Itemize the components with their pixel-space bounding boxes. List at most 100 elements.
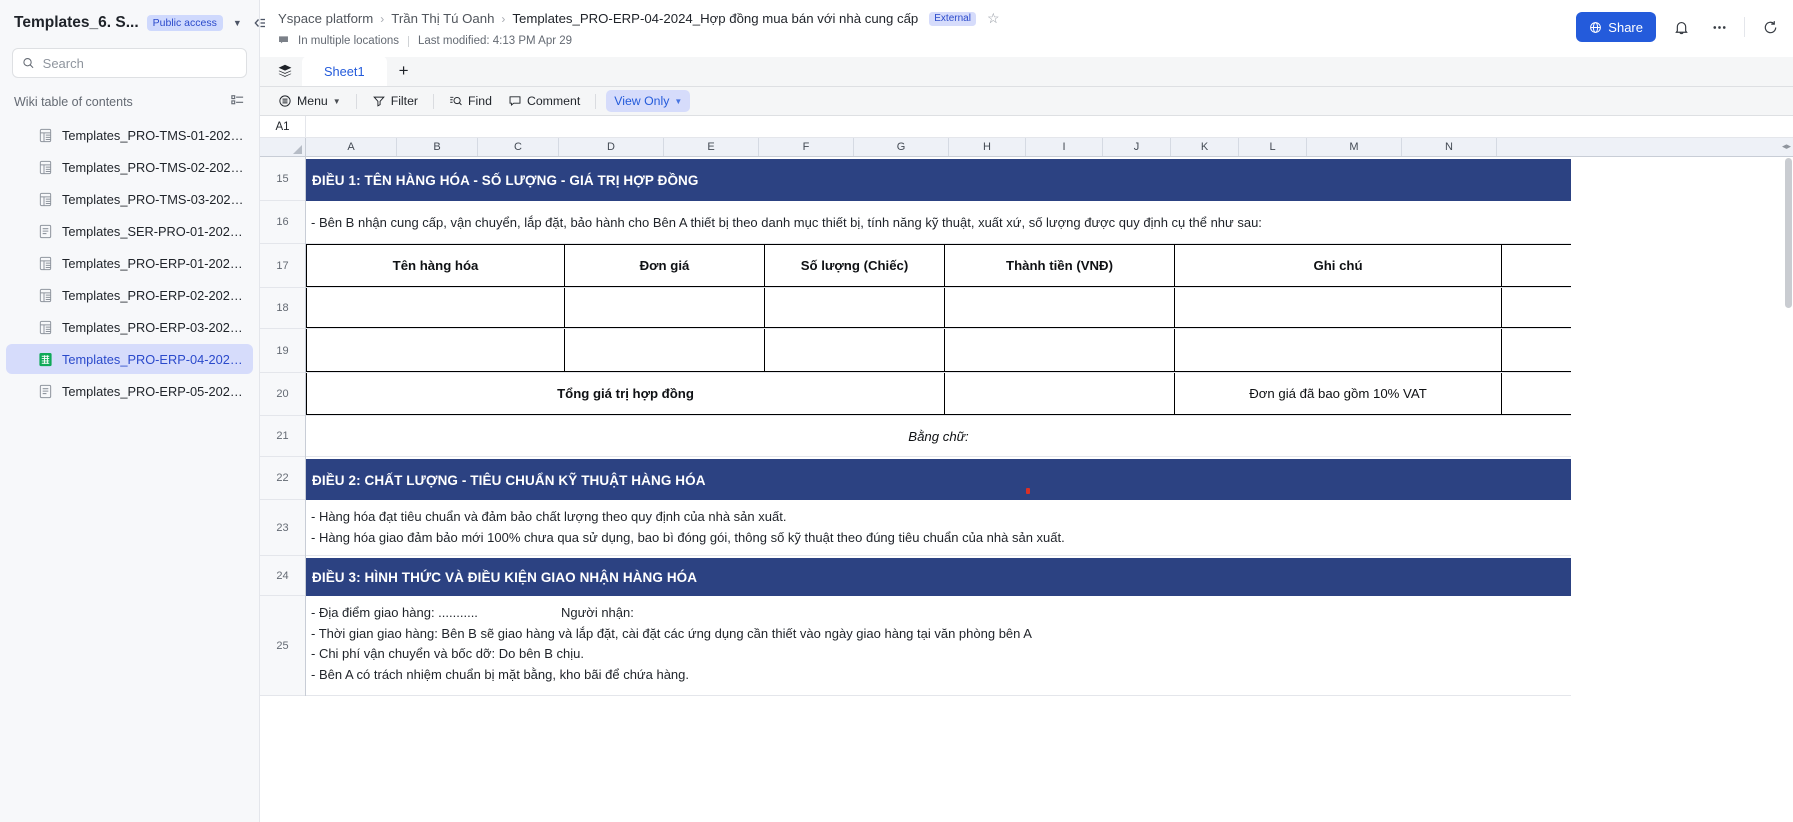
favorite-star-icon[interactable]: ☆ bbox=[987, 10, 1000, 27]
table-cell-1[interactable] bbox=[565, 329, 765, 371]
row-number-24[interactable]: 24 bbox=[260, 556, 305, 596]
sheet-row-21[interactable]: Bằng chữ: bbox=[306, 416, 1571, 457]
sidebar-item-label: Templates_PRO-ERP-02-2024_Bá... bbox=[62, 287, 245, 303]
table-header-cell-4[interactable]: Ghi chú bbox=[1175, 245, 1502, 286]
column-header-N[interactable]: N bbox=[1402, 138, 1497, 156]
row-number-19[interactable]: 19 bbox=[260, 329, 305, 373]
breadcrumb: Yspace platform › Trần Thị Tú Oanh › Tem… bbox=[278, 10, 1576, 27]
vertical-scrollbar[interactable] bbox=[1785, 158, 1792, 308]
section-banner: ĐIỀU 3: HÌNH THỨC VÀ ĐIỀU KIỆN GIAO NHẬN… bbox=[306, 558, 1571, 597]
sidebar-item-4[interactable]: Templates_PRO-ERP-01-2024_Qu... bbox=[6, 248, 253, 278]
column-header-F[interactable]: F bbox=[759, 138, 854, 156]
table-data-row[interactable] bbox=[306, 329, 1571, 372]
sheet-row-19[interactable] bbox=[306, 329, 1571, 373]
sidebar-item-label: Templates_SER-PRO-01-2024_UM... bbox=[62, 223, 245, 239]
column-header-G[interactable]: G bbox=[854, 138, 949, 156]
table-cell-0[interactable] bbox=[306, 329, 565, 371]
share-button[interactable]: Share bbox=[1576, 12, 1656, 42]
table-header-cell-2[interactable]: Số lượng (Chiếc) bbox=[765, 245, 945, 286]
search-input[interactable] bbox=[42, 55, 237, 71]
name-box[interactable]: A1 bbox=[260, 116, 306, 137]
view-only-button[interactable]: View Only ▼ bbox=[606, 90, 691, 112]
table-cell-1[interactable] bbox=[565, 288, 765, 327]
sheet-row-22[interactable]: ĐIỀU 2: CHẤT LƯỢNG - TIÊU CHUẨN KỸ THUẬT… bbox=[306, 457, 1571, 501]
column-header-J[interactable]: J bbox=[1103, 138, 1171, 156]
tab-sheet1[interactable]: Sheet1 bbox=[302, 56, 387, 86]
row-number-22[interactable]: 22 bbox=[260, 457, 305, 500]
table-header-cell-3[interactable]: Thành tiền (VNĐ) bbox=[945, 245, 1175, 286]
toolbar-separator bbox=[433, 93, 435, 109]
row-number-18[interactable]: 18 bbox=[260, 288, 305, 329]
table-total-row[interactable]: Tổng giá trị hợp đồng Đơn giá đã bao gồm … bbox=[306, 373, 1571, 415]
sheet-doc-icon bbox=[38, 192, 53, 207]
menu-button[interactable]: Menu ▼ bbox=[270, 90, 349, 112]
sidebar-item-1[interactable]: Templates_PRO-TMS-02-2024_Qu... bbox=[6, 152, 253, 182]
row-number-23[interactable]: 23 bbox=[260, 500, 305, 556]
notifications-bell-icon[interactable] bbox=[1668, 14, 1694, 40]
sidebar-item-0[interactable]: Templates_PRO-TMS-01-2024_Qu... bbox=[6, 120, 253, 150]
column-header-M[interactable]: M bbox=[1307, 138, 1402, 156]
sidebar-item-3[interactable]: Templates_SER-PRO-01-2024_UM... bbox=[6, 216, 253, 246]
sheet-row-18[interactable] bbox=[306, 288, 1571, 329]
table-cell-3[interactable] bbox=[945, 288, 1175, 327]
column-header-I[interactable]: I bbox=[1026, 138, 1103, 156]
sidebar-item-label: Templates_PRO-ERP-01-2024_Qu... bbox=[62, 255, 245, 271]
table-data-row[interactable] bbox=[306, 288, 1571, 328]
comment-button[interactable]: Comment bbox=[500, 90, 588, 112]
filter-button[interactable]: Filter bbox=[364, 90, 426, 112]
search-box[interactable] bbox=[12, 48, 247, 78]
sheets-list-icon[interactable] bbox=[268, 56, 302, 86]
row-number-16[interactable]: 16 bbox=[260, 201, 305, 244]
table-cell-2[interactable] bbox=[765, 329, 945, 371]
sidebar-item-2[interactable]: Templates_PRO-TMS-03-2024_Qu... bbox=[6, 184, 253, 214]
row-number-15[interactable]: 15 bbox=[260, 157, 305, 201]
column-header-C[interactable]: C bbox=[478, 138, 559, 156]
sheet-row-15[interactable]: ĐIỀU 1: TÊN HÀNG HÓA - SỐ LƯỢNG - GIÁ TR… bbox=[306, 157, 1571, 202]
row-number-17[interactable]: 17 bbox=[260, 244, 305, 288]
more-options-icon[interactable] bbox=[1706, 14, 1732, 40]
sidebar-item-8[interactable]: Templates_PRO-ERP-05-2024_Gi... bbox=[6, 376, 253, 406]
row-number-25[interactable]: 25 bbox=[260, 596, 305, 696]
table-header-cell-0[interactable]: Tên hàng hóa bbox=[306, 245, 565, 286]
collapse-sidebar-icon[interactable] bbox=[252, 15, 268, 31]
sheet-row-17[interactable]: Tên hàng hóa Đơn giá Số lượng (Chiếc) Thành… bbox=[306, 244, 1571, 288]
breadcrumb-item-1[interactable]: Trần Thị Tú Oanh bbox=[391, 11, 494, 26]
select-all-corner[interactable] bbox=[260, 138, 306, 156]
sheet-row-23[interactable]: - Hàng hóa đạt tiêu chuẩn và đảm bảo chấ… bbox=[306, 500, 1571, 556]
table-cell-3[interactable] bbox=[945, 329, 1175, 371]
column-header-E[interactable]: E bbox=[664, 138, 759, 156]
table-header-cell-1[interactable]: Đơn giá bbox=[565, 245, 765, 286]
red-comment-dot[interactable] bbox=[1026, 488, 1030, 494]
formula-input[interactable] bbox=[306, 116, 1793, 137]
sheet-row-25[interactable]: - Địa điểm giao hàng: ........... Người … bbox=[306, 596, 1571, 696]
history-icon[interactable] bbox=[1757, 14, 1783, 40]
breadcrumb-item-0[interactable]: Yspace platform bbox=[278, 11, 373, 26]
column-header-A[interactable]: A bbox=[306, 138, 397, 156]
sheet-row-16[interactable]: - Bên B nhận cung cấp, vận chuyển, lắp đ… bbox=[306, 201, 1571, 244]
chevron-down-icon[interactable]: ▼ bbox=[231, 18, 244, 28]
table-total-cell-2[interactable]: Đơn giá đã bao gồm 10% VAT bbox=[1175, 373, 1502, 414]
sheet-row-24[interactable]: ĐIỀU 3: HÌNH THỨC VÀ ĐIỀU KIỆN GIAO NHẬN… bbox=[306, 556, 1571, 597]
table-cell-0[interactable] bbox=[306, 288, 565, 327]
sidebar-item-label: Templates_PRO-ERP-05-2024_Gi... bbox=[62, 383, 245, 399]
table-total-cell-0[interactable]: Tổng giá trị hợp đồng bbox=[306, 373, 945, 414]
add-sheet-icon[interactable]: + bbox=[387, 56, 421, 86]
sidebar-item-6[interactable]: Templates_PRO-ERP-03-2024_Qu... bbox=[6, 312, 253, 342]
table-cell-4[interactable] bbox=[1175, 329, 1502, 371]
table-cell-2[interactable] bbox=[765, 288, 945, 327]
table-total-cell-1[interactable] bbox=[945, 373, 1175, 414]
row-number-21[interactable]: 21 bbox=[260, 416, 305, 457]
column-header-K[interactable]: K bbox=[1171, 138, 1239, 156]
column-header-B[interactable]: B bbox=[397, 138, 478, 156]
column-header-L[interactable]: L bbox=[1239, 138, 1307, 156]
column-header-D[interactable]: D bbox=[559, 138, 664, 156]
row-number-20[interactable]: 20 bbox=[260, 373, 305, 416]
find-button[interactable]: Find bbox=[441, 90, 500, 112]
toc-options-icon[interactable] bbox=[230, 92, 245, 112]
table-header-row[interactable]: Tên hàng hóa Đơn giá Số lượng (Chiếc) Thành… bbox=[306, 244, 1571, 287]
table-cell-4[interactable] bbox=[1175, 288, 1502, 327]
column-header-H[interactable]: H bbox=[949, 138, 1026, 156]
sidebar-item-5[interactable]: Templates_PRO-ERP-02-2024_Bá... bbox=[6, 280, 253, 310]
sidebar-item-7[interactable]: Templates_PRO-ERP-04-2024_Hợ... bbox=[6, 344, 253, 374]
sheet-row-20[interactable]: Tổng giá trị hợp đồng Đơn giá đã bao gồm … bbox=[306, 373, 1571, 416]
